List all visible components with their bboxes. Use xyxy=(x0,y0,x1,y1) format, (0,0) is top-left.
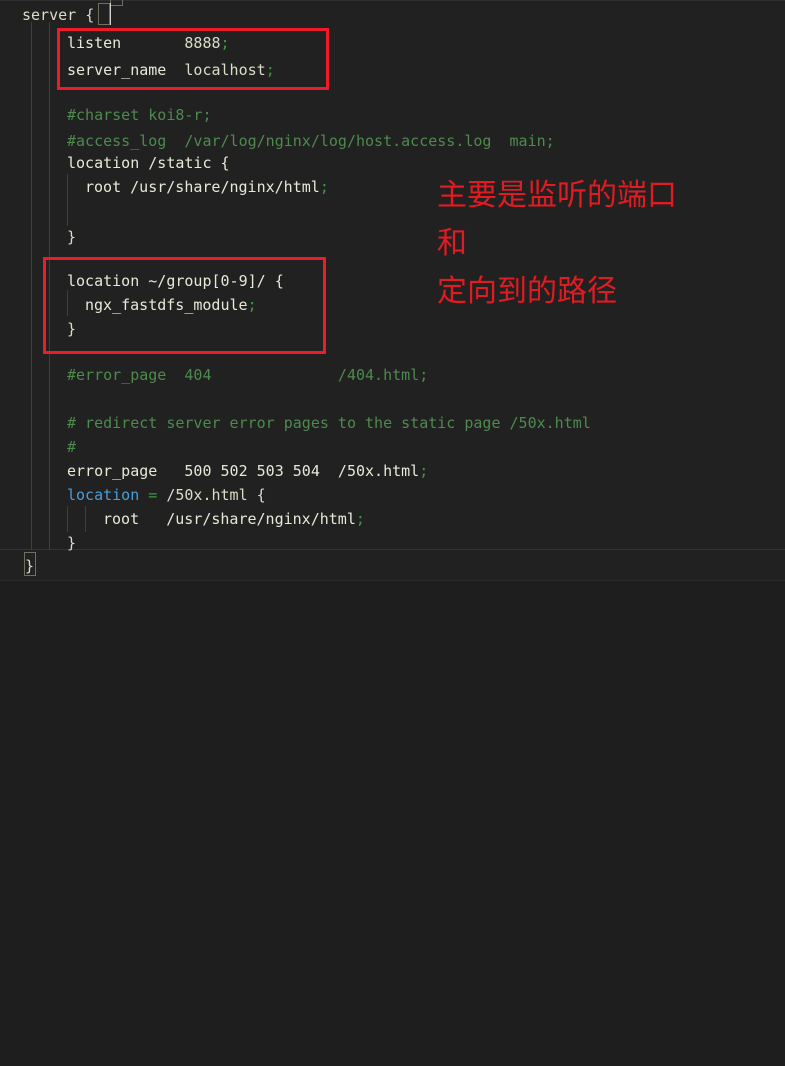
token-root-static: root /usr/share/nginx/html xyxy=(85,178,320,196)
token-close-brace-group: } xyxy=(67,320,77,338)
token-server-name-directive: server_name xyxy=(67,61,167,79)
token-charset-comment: #charset koi8-r; xyxy=(67,106,212,124)
token-server-name-value: localhost xyxy=(184,61,266,79)
token-fastdfs-semicolon: ; xyxy=(247,296,257,314)
code-line-2[interactable]: listen 8888; xyxy=(67,30,230,56)
token-error-page-404-comment: #error_page 404 /404.html; xyxy=(67,366,429,384)
token-listen-port: 8888 xyxy=(184,34,221,52)
token-access-log-comment: #access_log /var/log/nginx/log/host.acce… xyxy=(67,132,555,150)
code-line-12[interactable]: location ~/group[0-9]/ { xyxy=(67,268,284,294)
token-equals-operator: = xyxy=(139,486,167,504)
code-line-23[interactable]: } xyxy=(67,530,76,556)
token-error-page-semicolon: ; xyxy=(419,462,429,480)
annotation-note-line-2: 和 xyxy=(437,226,467,261)
token-close-brace-50x: } xyxy=(67,534,77,552)
token-location-static: location /static { xyxy=(67,154,230,172)
code-line-7[interactable]: location /static { xyxy=(67,150,230,176)
code-line-21[interactable]: location = /50x.html { xyxy=(67,482,266,508)
code-line-14[interactable]: } xyxy=(67,316,76,342)
token-listen-semicolon: ; xyxy=(220,34,230,52)
code-line-3[interactable]: server_name localhost; xyxy=(67,57,275,83)
token-location-keyword: location xyxy=(67,486,140,504)
code-line-24[interactable]: } xyxy=(25,553,34,579)
code-line-5[interactable]: #charset koi8-r; xyxy=(67,102,212,128)
token-server-keyword: server xyxy=(22,6,86,24)
code-line-16[interactable]: #error_page 404 /404.html; xyxy=(67,362,428,388)
token-50x-path: /50x.html { xyxy=(166,486,266,504)
code-line-18[interactable]: # redirect server error pages to the sta… xyxy=(67,410,591,436)
code-line-10[interactable]: } xyxy=(67,224,76,250)
token-redirect-comment: # redirect server error pages to the sta… xyxy=(67,414,591,432)
annotation-note-line-1: 主要是监听的端口 xyxy=(437,178,677,213)
code-line-20[interactable]: error_page 500 502 503 504 /50x.html; xyxy=(67,458,428,484)
token-root-50x: root /usr/share/nginx/html xyxy=(103,510,356,528)
text-caret xyxy=(110,3,111,25)
code-editor[interactable]: server { listen 8888; server_name localh… xyxy=(0,0,785,581)
annotation-note-text: 主要是监听的端口和定向到的路径 xyxy=(437,172,677,316)
token-ngx-fastdfs-module: ngx_fastdfs_module xyxy=(85,296,248,314)
token-root-static-semicolon: ; xyxy=(319,178,329,196)
code-line-22[interactable]: root /usr/share/nginx/html; xyxy=(103,506,365,532)
token-server-name-gap xyxy=(166,61,184,79)
token-root-50x-semicolon: ; xyxy=(355,510,365,528)
token-close-brace-server: } xyxy=(25,557,35,575)
token-error-page-directive: error_page 500 502 503 504 /50x.html xyxy=(67,462,420,480)
token-close-brace-static: } xyxy=(67,228,77,246)
annotation-note-line-3: 定向到的路径 xyxy=(437,274,617,309)
code-line-8[interactable]: root /usr/share/nginx/html; xyxy=(85,174,329,200)
token-hash-comment: # xyxy=(67,438,77,456)
code-line-13[interactable]: ngx_fastdfs_module; xyxy=(85,292,257,318)
code-line-1[interactable]: server { xyxy=(22,2,94,28)
token-server-name-semicolon: ; xyxy=(265,61,275,79)
token-listen-directive: listen xyxy=(67,34,122,52)
token-listen-gap xyxy=(121,34,184,52)
token-location-group: location ~/group[0-9]/ { xyxy=(67,272,284,290)
code-line-19[interactable]: # xyxy=(67,434,76,460)
token-open-brace: { xyxy=(85,6,95,24)
